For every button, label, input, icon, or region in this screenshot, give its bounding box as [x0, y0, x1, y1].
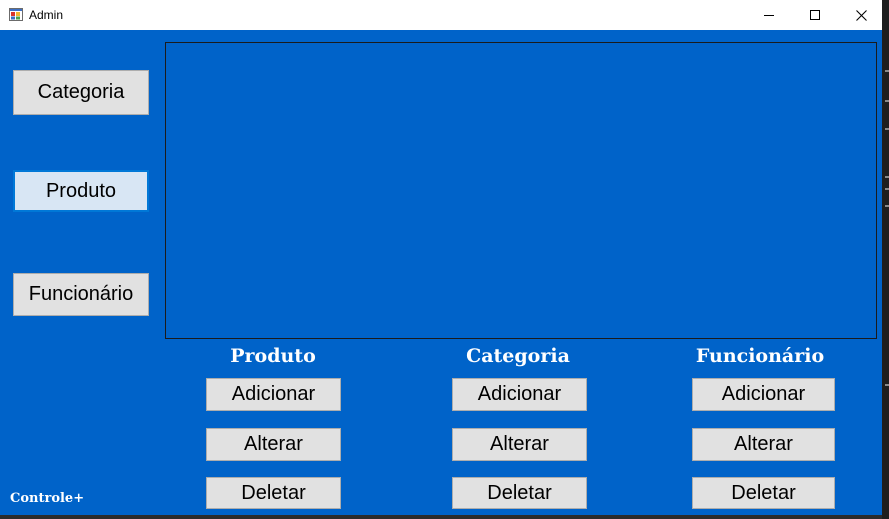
categoria-adicionar-button[interactable]: Adicionar — [452, 378, 587, 411]
background-mark — [885, 188, 889, 190]
background-mark — [885, 70, 889, 72]
nav-funcionario-button[interactable]: Funcionário — [13, 273, 149, 316]
window-bottom-edge — [0, 515, 882, 519]
minimize-icon — [764, 15, 774, 16]
background-mark — [885, 176, 889, 178]
background-mark — [885, 384, 889, 386]
background-mark — [885, 128, 889, 130]
nav-produto-button[interactable]: Produto — [13, 170, 149, 212]
close-button[interactable] — [838, 0, 882, 30]
funcionario-alterar-button[interactable]: Alterar — [692, 428, 835, 461]
maximize-button[interactable] — [792, 0, 838, 30]
background-mark — [885, 100, 889, 102]
produto-deletar-button[interactable]: Deletar — [206, 477, 341, 509]
window-title: Admin — [29, 8, 64, 22]
nav-categoria-button[interactable]: Categoria — [13, 70, 149, 115]
close-icon — [855, 9, 867, 21]
admin-window: Admin Categoria Produto Funcionário Prod… — [0, 0, 882, 519]
minimize-button[interactable] — [746, 0, 792, 30]
background-window-edge — [882, 0, 889, 519]
brand-label: Controle+ — [10, 491, 85, 506]
produto-heading: Produto — [230, 345, 316, 367]
funcionario-deletar-button[interactable]: Deletar — [692, 477, 835, 509]
funcionario-adicionar-button[interactable]: Adicionar — [692, 378, 835, 411]
content-panel — [165, 42, 877, 339]
categoria-heading: Categoria — [466, 345, 570, 367]
produto-adicionar-button[interactable]: Adicionar — [206, 378, 341, 411]
categoria-deletar-button[interactable]: Deletar — [452, 477, 587, 509]
app-icon — [9, 8, 23, 21]
maximize-icon — [810, 10, 820, 20]
background-mark — [885, 205, 889, 207]
produto-alterar-button[interactable]: Alterar — [206, 428, 341, 461]
title-bar[interactable]: Admin — [0, 0, 882, 30]
funcionario-heading: Funcionário — [695, 345, 825, 367]
categoria-alterar-button[interactable]: Alterar — [452, 428, 587, 461]
